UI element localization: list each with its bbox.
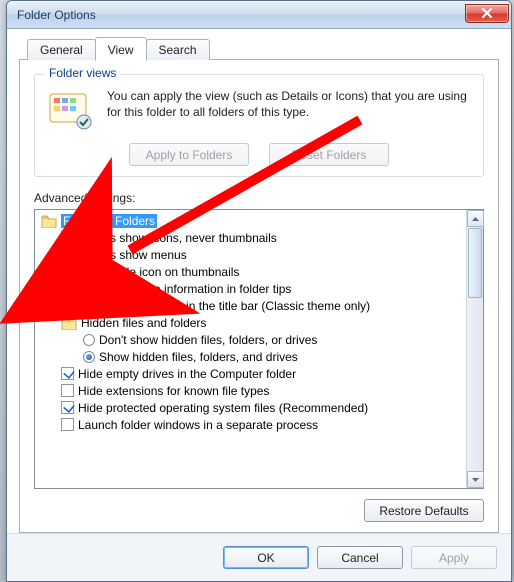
checkbox-icon[interactable] <box>61 418 74 431</box>
tree-item-label: Hidden files and folders <box>81 316 206 330</box>
tab-search[interactable]: Search <box>146 39 210 60</box>
advanced-settings-tree[interactable]: Files and Folders Always show icons, neve… <box>34 209 484 489</box>
tree-root-files-and-folders[interactable]: Files and Folders <box>37 212 464 229</box>
tree-item[interactable]: Always show menus <box>37 246 464 263</box>
scroll-thumb[interactable] <box>468 228 482 298</box>
scrollbar[interactable] <box>466 210 483 488</box>
radio-icon[interactable] <box>83 334 95 346</box>
tree-item-label: Don't show hidden files, folders, or dri… <box>99 333 317 347</box>
close-button[interactable] <box>465 4 509 23</box>
cancel-button[interactable]: Cancel <box>317 546 403 569</box>
tab-strip: General View Search <box>19 36 499 60</box>
tree-item-label: Hide extensions for known file types <box>78 384 269 398</box>
tree-item[interactable]: Don't show hidden files, folders, or dri… <box>37 331 464 348</box>
folder-views-legend: Folder views <box>45 66 120 80</box>
checkbox-icon[interactable] <box>61 231 74 244</box>
tree-item[interactable]: Display file size information in folder … <box>37 280 464 297</box>
tree-item[interactable]: Hide empty drives in the Computer folder <box>37 365 464 382</box>
tree-item[interactable]: Display file icon on thumbnails <box>37 263 464 280</box>
checkbox-icon[interactable] <box>61 401 74 414</box>
checkbox-icon[interactable] <box>61 282 74 295</box>
tree-item[interactable]: Always show icons, never thumbnails <box>37 229 464 246</box>
folder-views-text: You can apply the view (such as Details … <box>107 87 473 133</box>
tree-item-label: Launch folder windows in a separate proc… <box>78 418 318 432</box>
tree-item[interactable]: Hide protected operating system files (R… <box>37 399 464 416</box>
window-title: Folder Options <box>17 8 96 22</box>
close-icon <box>481 8 493 18</box>
scroll-up-button[interactable] <box>467 210 484 227</box>
apply-to-folders-button[interactable]: Apply to Folders <box>129 143 249 166</box>
tree-item-label: Show hidden files, folders, and drives <box>99 350 298 364</box>
checkbox-icon[interactable] <box>61 367 74 380</box>
advanced-settings-label: Advanced settings: <box>34 191 484 205</box>
tree-item[interactable]: Hide extensions for known file types <box>37 382 464 399</box>
tree-item-label: Always show icons, never thumbnails <box>78 231 277 245</box>
checkbox-icon[interactable] <box>61 384 74 397</box>
chevron-up-icon <box>471 216 480 222</box>
tab-view[interactable]: View <box>95 37 147 61</box>
tree-item-label: Always show menus <box>78 248 187 262</box>
tree-item-label: Display the full path in the title bar (… <box>78 299 370 313</box>
tree-item[interactable]: Hidden files and folders <box>37 314 464 331</box>
tree-item-label: Hide empty drives in the Computer folder <box>78 367 296 381</box>
apply-button[interactable]: Apply <box>411 546 497 569</box>
folder-views-icon <box>45 87 95 133</box>
tab-page-view: Folder views You can apply the view (suc… <box>19 60 499 533</box>
restore-defaults-button[interactable]: Restore Defaults <box>364 499 484 522</box>
tree-item-label: Display file size information in folder … <box>78 282 291 296</box>
ok-button[interactable]: OK <box>223 546 309 569</box>
tab-general[interactable]: General <box>27 39 96 60</box>
reset-folders-button[interactable]: Reset Folders <box>269 143 389 166</box>
tree-item-label: Hide protected operating system files (R… <box>78 401 368 415</box>
folder-views-group: Folder views You can apply the view (suc… <box>34 74 484 177</box>
tree-item[interactable]: Display the full path in the title bar (… <box>37 297 464 314</box>
scroll-down-button[interactable] <box>467 471 484 488</box>
chevron-down-icon <box>471 477 480 483</box>
checkbox-icon[interactable] <box>61 265 74 278</box>
titlebar[interactable]: Folder Options <box>7 1 511 29</box>
checkbox-icon[interactable] <box>61 299 74 312</box>
radio-icon[interactable] <box>83 351 95 363</box>
checkbox-icon[interactable] <box>61 248 74 261</box>
tree-root-label: Files and Folders <box>61 214 157 228</box>
tree-item[interactable]: Show hidden files, folders, and drives <box>37 348 464 365</box>
dialog-buttons: OK Cancel Apply <box>7 533 511 581</box>
folder-options-window: Folder Options General View Search Folde… <box>6 0 512 582</box>
tree-item[interactable]: Launch folder windows in a separate proc… <box>37 416 464 433</box>
tree-item-label: Display file icon on thumbnails <box>78 265 239 279</box>
